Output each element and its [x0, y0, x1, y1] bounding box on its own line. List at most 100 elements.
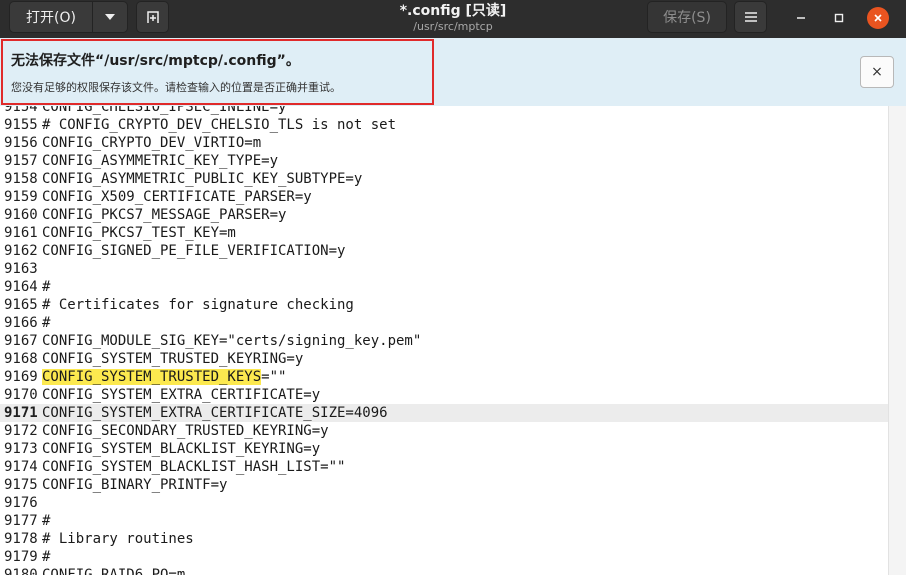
- line-number: 9175: [4, 477, 38, 493]
- line-number: 9165: [4, 297, 38, 313]
- window-close-button[interactable]: [867, 7, 889, 29]
- new-document-icon: [146, 11, 159, 23]
- line-number: 9155: [4, 117, 38, 133]
- new-tab-button[interactable]: [136, 1, 169, 33]
- gedit-window: 打开(O) *.config [只读] /usr/src/mptcp 保存(S): [0, 0, 906, 575]
- minimize-button[interactable]: [790, 7, 812, 29]
- window-subtitle: /usr/src/mptcp: [413, 20, 493, 33]
- line-number: 9164: [4, 279, 38, 295]
- line-number: 9166: [4, 315, 38, 331]
- line-text: CONFIG_PKCS7_TEST_KEY=m: [42, 225, 236, 241]
- line-number: 9159: [4, 189, 38, 205]
- close-icon: [874, 14, 882, 22]
- line-number: 9162: [4, 243, 38, 259]
- save-button-label: 保存(S): [663, 10, 711, 26]
- vertical-scrollbar[interactable]: [888, 106, 906, 575]
- line-text: #: [42, 279, 51, 295]
- line-number: 9171: [4, 405, 38, 421]
- line-text: CONFIG_SECONDARY_TRUSTED_KEYRING=y: [42, 423, 329, 439]
- line-text: CONFIG_SIGNED_PE_FILE_VERIFICATION=y: [42, 243, 346, 259]
- window-title: *.config [只读]: [399, 3, 507, 19]
- editor-line[interactable]: 9159 CONFIG_X509_CERTIFICATE_PARSER=y: [0, 188, 888, 206]
- editor-line[interactable]: 9175 CONFIG_BINARY_PRINTF=y: [0, 476, 888, 494]
- line-number: 9172: [4, 423, 38, 439]
- editor-line[interactable]: 9171 CONFIG_SYSTEM_EXTRA_CERTIFICATE_SIZE…: [0, 404, 888, 422]
- line-text: #: [42, 549, 51, 565]
- hamburger-menu-button[interactable]: [734, 1, 767, 33]
- infobar-close-button[interactable]: ×: [860, 56, 894, 88]
- line-text: CONFIG_SYSTEM_TRUSTED_KEYRING=y: [42, 351, 304, 367]
- minimize-icon: [797, 17, 805, 19]
- editor-line[interactable]: 9158 CONFIG_ASYMMETRIC_PUBLIC_KEY_SUBTYPE…: [0, 170, 888, 188]
- save-button[interactable]: 保存(S): [647, 1, 727, 33]
- line-text: CONFIG_BINARY_PRINTF=y: [42, 477, 228, 493]
- editor-line[interactable]: 9176: [0, 494, 888, 512]
- editor-line[interactable]: 9168 CONFIG_SYSTEM_TRUSTED_KEYRING=y: [0, 350, 888, 368]
- window-title-block: *.config [只读] /usr/src/mptcp: [300, 2, 606, 34]
- editor-line[interactable]: 9167 CONFIG_MODULE_SIG_KEY="certs/signing…: [0, 332, 888, 350]
- maximize-button[interactable]: [828, 7, 850, 29]
- line-text: CONFIG_CHELSIO_IPSEC_INLINE=y: [42, 106, 287, 115]
- open-button-label: 打开(O): [26, 10, 76, 26]
- line-text: CONFIG_CRYPTO_DEV_VIRTIO=m: [42, 135, 262, 151]
- editor-line[interactable]: 9172 CONFIG_SECONDARY_TRUSTED_KEYRING=y: [0, 422, 888, 440]
- line-number: 9176: [4, 495, 38, 511]
- text-editor[interactable]: 9154 CONFIG_CHELSIO_IPSEC_INLINE=y 9155 # C…: [0, 106, 906, 575]
- editor-line[interactable]: 9170 CONFIG_SYSTEM_EXTRA_CERTIFICATE=y: [0, 386, 888, 404]
- line-number: 9173: [4, 441, 38, 457]
- editor-line[interactable]: 9161 CONFIG_PKCS7_TEST_KEY=m: [0, 224, 888, 242]
- line-text: CONFIG_ASYMMETRIC_PUBLIC_KEY_SUBTYPE=y: [42, 171, 363, 187]
- line-number: 9170: [4, 387, 38, 403]
- search-highlight: CONFIG_SYSTEM_TRUSTED_KEYS: [42, 369, 262, 385]
- open-button-group: 打开(O): [9, 1, 128, 33]
- editor-line[interactable]: 9178 # Library routines: [0, 530, 888, 548]
- editor-line[interactable]: 9154 CONFIG_CHELSIO_IPSEC_INLINE=y: [0, 106, 888, 116]
- line-text: CONFIG_SYSTEM_TRUSTED_KEYS="": [42, 369, 286, 385]
- line-number: 9156: [4, 135, 38, 151]
- hamburger-menu-icon: [744, 12, 757, 22]
- editor-line[interactable]: 9155 # CONFIG_CRYPTO_DEV_CHELSIO_TLS is n…: [0, 116, 888, 134]
- line-text: #: [42, 315, 51, 331]
- line-number: 9158: [4, 171, 38, 187]
- chevron-down-icon: [105, 14, 115, 20]
- editor-line[interactable]: 9165 # Certificates for signature checkin…: [0, 296, 888, 314]
- line-number: 9163: [4, 261, 38, 277]
- editor-line[interactable]: 9179 #: [0, 548, 888, 566]
- editor-line[interactable]: 9180 CONFIG_RAID6_PQ=m: [0, 566, 888, 575]
- line-text: CONFIG_PKCS7_MESSAGE_PARSER=y: [42, 207, 287, 223]
- line-number: 9180: [4, 567, 38, 575]
- open-button[interactable]: 打开(O): [9, 1, 93, 33]
- editor-line[interactable]: 9166 #: [0, 314, 888, 332]
- editor-line[interactable]: 9174 CONFIG_SYSTEM_BLACKLIST_HASH_LIST="": [0, 458, 888, 476]
- line-number: 9154: [4, 106, 38, 115]
- line-number: 9157: [4, 153, 38, 169]
- line-text-rest: ="": [261, 369, 287, 385]
- error-message-outline: [1, 39, 434, 105]
- editor-line[interactable]: 9164 #: [0, 278, 888, 296]
- close-icon: ×: [871, 64, 883, 80]
- header-bar: 打开(O) *.config [只读] /usr/src/mptcp 保存(S): [0, 0, 906, 38]
- line-text: CONFIG_ASYMMETRIC_KEY_TYPE=y: [42, 153, 279, 169]
- line-number: 9177: [4, 513, 38, 529]
- line-text: CONFIG_SYSTEM_EXTRA_CERTIFICATE_SIZE=409…: [42, 405, 388, 421]
- line-number: 9178: [4, 531, 38, 547]
- line-number: 9179: [4, 549, 38, 565]
- line-text: CONFIG_SYSTEM_BLACKLIST_HASH_LIST="": [42, 459, 346, 475]
- editor-line[interactable]: 9162 CONFIG_SIGNED_PE_FILE_VERIFICATION=y: [0, 242, 888, 260]
- editor-line[interactable]: 9173 CONFIG_SYSTEM_BLACKLIST_KEYRING=y: [0, 440, 888, 458]
- editor-line[interactable]: 9163: [0, 260, 888, 278]
- line-text: CONFIG_MODULE_SIG_KEY="certs/signing_key…: [42, 333, 422, 349]
- error-description: 您没有足够的权限保存该文件。请检查输入的位置是否正确并重试。: [11, 81, 341, 94]
- line-text: CONFIG_X509_CERTIFICATE_PARSER=y: [42, 189, 312, 205]
- editor-line[interactable]: 9177 #: [0, 512, 888, 530]
- editor-line[interactable]: 9160 CONFIG_PKCS7_MESSAGE_PARSER=y: [0, 206, 888, 224]
- line-text: # Library routines: [42, 531, 194, 547]
- editor-line[interactable]: 9156 CONFIG_CRYPTO_DEV_VIRTIO=m: [0, 134, 888, 152]
- line-text: CONFIG_SYSTEM_BLACKLIST_KEYRING=y: [42, 441, 321, 457]
- line-number: 9161: [4, 225, 38, 241]
- line-text: # CONFIG_CRYPTO_DEV_CHELSIO_TLS is not s…: [42, 117, 397, 133]
- open-dropdown-button[interactable]: [92, 1, 128, 33]
- editor-lines: 9154 CONFIG_CHELSIO_IPSEC_INLINE=y 9155 # C…: [0, 106, 888, 575]
- editor-line[interactable]: 9169 CONFIG_SYSTEM_TRUSTED_KEYS="": [0, 368, 888, 386]
- editor-line[interactable]: 9157 CONFIG_ASYMMETRIC_KEY_TYPE=y: [0, 152, 888, 170]
